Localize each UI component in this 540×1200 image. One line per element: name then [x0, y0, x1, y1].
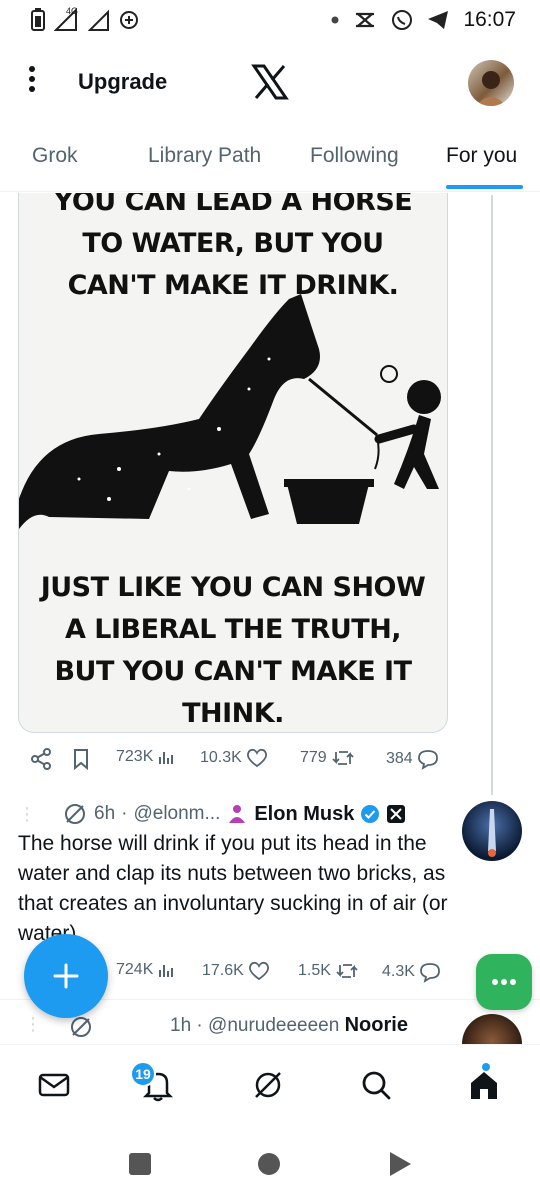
bookmark-icon [74, 749, 88, 770]
reply-time: 6h [94, 803, 116, 824]
tab-library-path[interactable]: Library Path [148, 144, 261, 168]
reply-text: The horse will drink if you put its head… [18, 832, 448, 945]
status-left: 4G [30, 6, 140, 32]
capcut-icon [353, 10, 377, 30]
dot-icon [331, 16, 339, 24]
views-icon [159, 752, 174, 764]
meme-line: BUT YOU CAN'T MAKE IT [54, 656, 412, 687]
telegram-icon [427, 10, 449, 30]
verified-icon [361, 805, 380, 823]
clock: 16:07 [463, 8, 516, 31]
reposts-count: 1.5K [298, 962, 331, 979]
tab-grok[interactable]: Grok [32, 144, 78, 168]
battery-saver-icon [30, 8, 46, 32]
like-button[interactable]: 10.3K [200, 748, 268, 768]
search-icon [362, 1071, 391, 1100]
repost-icon [336, 964, 358, 978]
ellipsis-icon [492, 979, 516, 985]
post-image[interactable]: YOU CAN LEAD A HORSE TO WATER, BUT YOU C… [18, 193, 448, 733]
x-badge-icon [387, 805, 406, 823]
share-icon [31, 748, 51, 770]
replies-count: 384 [386, 750, 413, 767]
views-count: 724K [116, 961, 154, 978]
thread-line [491, 195, 493, 795]
meme-line: YOU CAN LEAD A HORSE [53, 193, 413, 217]
system-navigation-bar [0, 1128, 540, 1200]
more-icon[interactable]: ⋮ [24, 1014, 42, 1035]
messages-tab[interactable] [36, 1067, 76, 1107]
status-right: 16:07 [331, 8, 516, 32]
reply-icon [420, 963, 440, 983]
reply2-handle[interactable]: @nurudeeeeen [208, 1015, 339, 1036]
home-icon [471, 1072, 497, 1099]
meme-line: A LIBERAL THE TRUTH, [64, 614, 402, 645]
more-icon[interactable]: ⋮ [18, 804, 36, 825]
share-button[interactable] [30, 748, 52, 770]
reply-button[interactable]: 4.3K [382, 961, 441, 983]
plus-icon [53, 963, 79, 989]
home-button-icon[interactable] [257, 1152, 281, 1176]
repost-button[interactable]: 779 [300, 748, 355, 768]
views-button[interactable]: 723K [116, 748, 175, 766]
grok-tab[interactable] [250, 1067, 290, 1107]
profile-avatar[interactable] [468, 60, 514, 106]
meme-line: TO WATER, BUT YOU [82, 228, 384, 259]
tab-for-you[interactable]: For you [446, 144, 517, 168]
likes-count: 17.6K [202, 962, 244, 979]
post-action-bar: 723K 10.3K 779 384 [30, 742, 450, 778]
reply-author-avatar[interactable] [462, 801, 522, 861]
timeline-tabs: Grok Library Path Following For you [0, 130, 540, 192]
horse-illustration [19, 294, 441, 529]
views-button[interactable]: 724K [116, 961, 175, 979]
reply2-meta: 1h · @nurudeeeeen Noorie [170, 1014, 408, 1036]
meme-line: THINK. [182, 698, 284, 729]
grok-icon [255, 1072, 281, 1098]
heart-icon [248, 961, 269, 981]
notifications-badge: 19 [130, 1061, 156, 1087]
grok-chat-button[interactable] [476, 954, 532, 1010]
signal-icon [88, 8, 110, 32]
meme-line: JUST LIKE YOU CAN SHOW [40, 572, 426, 603]
grok-icon[interactable] [68, 1014, 94, 1040]
x-logo-icon[interactable] [250, 62, 290, 102]
status-bar: 4G 16:07 [0, 0, 540, 40]
like-button[interactable]: 17.6K [202, 961, 270, 981]
meme-bottom-text: JUST LIKE YOU CAN SHOW A LIBERAL THE TRU… [19, 567, 447, 732]
bottom-navigation: 19 [0, 1044, 540, 1128]
bookmark-button[interactable] [72, 748, 90, 770]
home-unread-dot [482, 1063, 490, 1071]
reposts-count: 779 [300, 749, 327, 766]
views-count: 723K [116, 748, 154, 765]
compose-button[interactable] [24, 934, 108, 1018]
reply-header: ⋮ 6h · @elonm... Elon Musk [18, 800, 406, 828]
replies-count: 4.3K [382, 963, 415, 980]
heart-icon [246, 748, 267, 768]
affiliate-icon [229, 805, 246, 823]
reply-button[interactable]: 384 [386, 748, 439, 770]
views-icon [159, 965, 174, 977]
top-bar: Upgrade [0, 52, 540, 112]
reply2-time: 1h [170, 1015, 192, 1036]
network-label: 4G [66, 6, 79, 16]
mail-icon [38, 1073, 70, 1097]
reply-icon [417, 750, 438, 770]
upgrade-button[interactable]: Upgrade [78, 69, 167, 95]
more-menu-icon[interactable] [20, 62, 44, 102]
likes-count: 10.3K [200, 749, 242, 766]
reply2-author-name[interactable]: Noorie [345, 1014, 408, 1036]
reply-handle[interactable]: @elonm... [133, 803, 220, 825]
grok-icon[interactable] [62, 801, 88, 827]
whatsapp-icon [391, 9, 413, 31]
recents-icon[interactable] [128, 1152, 152, 1176]
back-icon[interactable] [388, 1151, 412, 1177]
reply-author-name[interactable]: Elon Musk [254, 803, 354, 826]
tab-following[interactable]: Following [310, 144, 399, 168]
signal-4g-icon: 4G [54, 6, 80, 32]
data-saver-icon [118, 9, 140, 31]
home-tab[interactable] [466, 1067, 506, 1107]
repost-icon [332, 751, 354, 765]
search-tab[interactable] [358, 1067, 398, 1107]
repost-button[interactable]: 1.5K [298, 961, 359, 981]
active-tab-indicator [446, 185, 523, 189]
